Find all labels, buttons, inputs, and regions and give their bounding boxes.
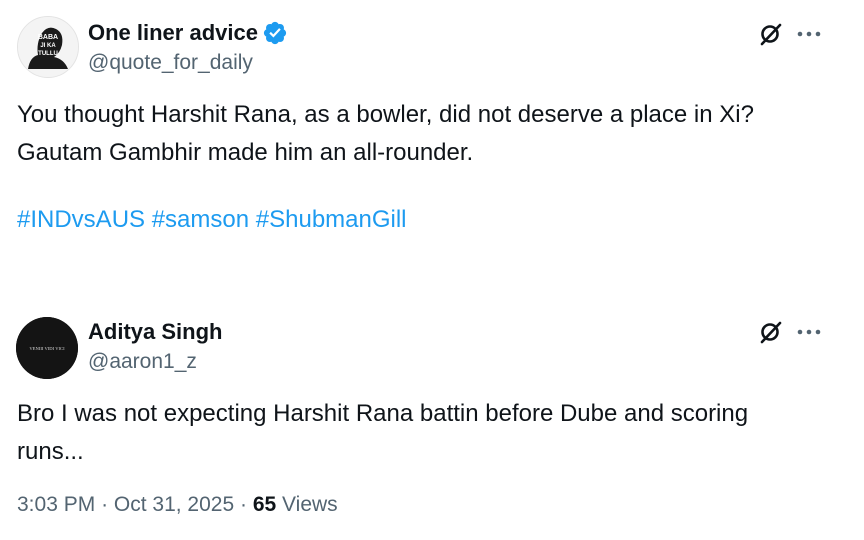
- reply-text-line: Bro I was not expecting Harshit Rana bat…: [17, 400, 749, 427]
- meta-separator: ·: [101, 493, 109, 516]
- grok-icon[interactable]: [759, 320, 783, 344]
- avatar-image: VENIII VIDI VICI: [16, 317, 78, 379]
- timestamp-time[interactable]: 3:03 PM: [17, 493, 95, 516]
- verified-badge-icon: [263, 21, 287, 45]
- meta-separator: ·: [240, 493, 247, 516]
- avatar[interactable]: VENIII VIDI VICI: [16, 317, 78, 379]
- hashtags: #INDvsAUS #samson #ShubmanGill: [17, 202, 407, 238]
- more-icon[interactable]: [794, 320, 824, 344]
- author-handle[interactable]: @quote_for_daily: [88, 50, 253, 76]
- reply-text-line: runs...: [17, 438, 84, 465]
- avatar-text-line: JI KA: [40, 43, 56, 49]
- avatar-text-line: BABA: [38, 34, 58, 41]
- author-name[interactable]: One liner advice: [88, 20, 258, 46]
- hashtag-link[interactable]: #ShubmanGill: [256, 206, 407, 233]
- hashtag-link[interactable]: #INDvsAUS: [17, 206, 145, 233]
- author-handle[interactable]: @aaron1_z: [88, 349, 197, 375]
- timestamp-date[interactable]: Oct 31, 2025: [114, 493, 234, 516]
- hashtag-link[interactable]: #samson: [152, 206, 249, 233]
- author-name[interactable]: Aditya Singh: [88, 319, 222, 345]
- avatar-image: BABA JI KA TULLU: [18, 17, 78, 77]
- grok-icon[interactable]: [759, 22, 783, 46]
- avatar-text: VENIII VIDI VICI: [29, 346, 65, 351]
- avatar[interactable]: BABA JI KA TULLU: [17, 16, 79, 78]
- views-count[interactable]: 65: [253, 493, 276, 516]
- views-label: Views: [282, 493, 338, 516]
- avatar-text-line: TULLU: [38, 51, 58, 57]
- tweet-text-line: Gautam Gambhir made him an all-rounder.: [17, 139, 474, 166]
- tweet-meta: 3:03 PM · Oct 31, 2025 · 65 Views: [17, 490, 338, 520]
- more-icon[interactable]: [794, 22, 824, 46]
- tweet-text-line: You thought Harshit Rana, as a bowler, d…: [17, 101, 754, 128]
